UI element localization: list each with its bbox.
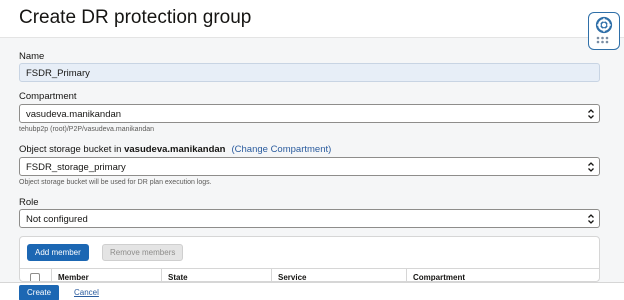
create-button[interactable]: Create: [19, 285, 60, 300]
column-divider: [271, 269, 272, 281]
lifebuoy-icon: [595, 16, 613, 44]
role-select-value: Not configured: [26, 214, 88, 225]
column-divider: [51, 269, 52, 281]
bucket-label-prefix: Object storage bucket in: [19, 144, 125, 155]
compartment-label: Compartment: [19, 91, 77, 102]
help-widget[interactable]: [588, 12, 620, 50]
name-label: Name: [19, 51, 45, 62]
compartment-helper: tehubp2p (root)/P2P/vasudeva.manikandan: [19, 126, 155, 133]
chevron-updown-icon: [588, 162, 594, 172]
dialog-header: Create DR protection group: [0, 0, 624, 38]
bucket-helper: Object storage bucket will be used for D…: [19, 179, 212, 186]
dialog-title: Create DR protection group: [19, 7, 252, 28]
dialog-footer: Create Cancel: [0, 282, 624, 300]
column-divider: [406, 269, 407, 281]
cancel-link[interactable]: Cancel: [74, 288, 99, 297]
compartment-select[interactable]: vasudeva.manikandan: [19, 104, 600, 123]
bucket-select-value: FSDR_storage_primary: [26, 162, 126, 173]
column-divider: [161, 269, 162, 281]
select-all-checkbox[interactable]: [30, 273, 40, 281]
column-header-compartment[interactable]: Compartment: [413, 273, 465, 281]
remove-members-button[interactable]: Remove members: [102, 244, 184, 261]
add-member-button[interactable]: Add member: [27, 244, 89, 261]
change-compartment-link[interactable]: (Change Compartment): [231, 144, 331, 155]
name-input[interactable]: FSDR_Primary: [19, 63, 600, 82]
bucket-label: Object storage bucket in vasudeva.manika…: [19, 144, 331, 155]
role-label: Role: [19, 197, 39, 208]
chevron-updown-icon: [588, 109, 594, 119]
bucket-select[interactable]: FSDR_storage_primary: [19, 157, 600, 176]
name-input-value: FSDR_Primary: [26, 68, 90, 79]
column-header-state[interactable]: State: [168, 273, 188, 281]
column-header-service[interactable]: Service: [278, 273, 306, 281]
members-panel: Add member Remove members Member State S…: [19, 236, 600, 282]
bucket-label-compartment: vasudeva.manikandan: [124, 144, 226, 155]
compartment-select-value: vasudeva.manikandan: [26, 109, 122, 120]
members-table-header: Member State Service Compartment: [20, 268, 599, 281]
chevron-updown-icon: [588, 214, 594, 224]
column-header-member[interactable]: Member: [58, 273, 89, 281]
role-select[interactable]: Not configured: [19, 209, 600, 228]
